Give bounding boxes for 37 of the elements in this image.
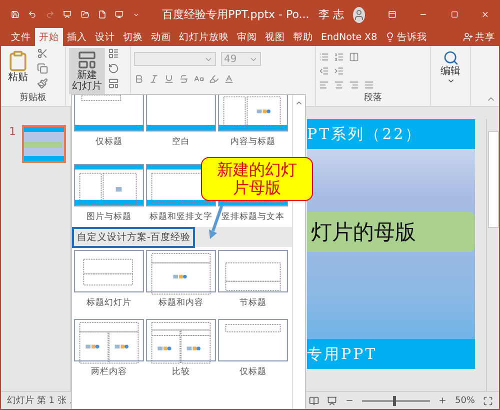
- section-title: 自定义设计方案-百度经验: [72, 226, 196, 248]
- layout-option[interactable]: 空白: [146, 95, 216, 148]
- slide-number: 1: [9, 125, 16, 140]
- ribbon-tab[interactable]: 帮助: [289, 28, 317, 46]
- ribbon-tab[interactable]: 切换: [119, 28, 147, 46]
- ribbon-tab[interactable]: 设计: [91, 28, 119, 46]
- layout-option[interactable]: 标题和内容: [146, 250, 216, 309]
- slide-header-text: PT系列（22）: [307, 124, 422, 144]
- tell-me-button[interactable]: 告诉我: [381, 28, 432, 46]
- share-button[interactable]: 共享: [459, 28, 499, 46]
- ribbon-tab[interactable]: 审阅: [233, 28, 261, 46]
- layout-option[interactable]: 节标题: [218, 250, 288, 309]
- group-label: 段落: [363, 92, 383, 104]
- layout-option[interactable]: 比较: [146, 319, 216, 378]
- layout-option[interactable]: 图片与标题: [74, 164, 144, 223]
- ribbon-tab[interactable]: 动画: [147, 28, 175, 46]
- window-title: 百度经验专用PPT.pptx - Po...: [162, 7, 310, 22]
- editing-button[interactable]: 编辑: [434, 48, 467, 87]
- ribbon-tab[interactable]: 插入: [63, 28, 91, 46]
- group-label: 剪贴板: [18, 92, 48, 104]
- user-name: 李 志: [318, 7, 344, 22]
- ribbon-tab[interactable]: 幻灯片放映: [175, 28, 233, 46]
- ribbon-tab[interactable]: 开始: [35, 28, 63, 46]
- annotation-callout-tooltip: 新建的幻灯 片母版: [201, 157, 313, 201]
- layout-option[interactable]: 仅标题: [74, 95, 144, 148]
- slide-footer-text: 专用PPT: [307, 344, 378, 364]
- slide-title: 灯片的母版: [310, 219, 416, 246]
- ribbon-tab[interactable]: EndNote X8: [317, 28, 382, 46]
- ribbon-tab[interactable]: 视图: [261, 28, 289, 46]
- new-slide-button[interactable]: 新建 幻灯片: [69, 48, 105, 94]
- paste-button[interactable]: 粘贴: [4, 48, 32, 85]
- layout-option[interactable]: 仅标题: [218, 319, 288, 378]
- ribbon-tab[interactable]: 文件: [7, 28, 35, 46]
- layout-option[interactable]: 两栏内容: [74, 319, 144, 378]
- layout-option[interactable]: 标题幻灯片: [74, 250, 144, 309]
- zoom-level-text: 50%: [454, 396, 475, 406]
- layout-option[interactable]: 内容与标题: [218, 95, 288, 148]
